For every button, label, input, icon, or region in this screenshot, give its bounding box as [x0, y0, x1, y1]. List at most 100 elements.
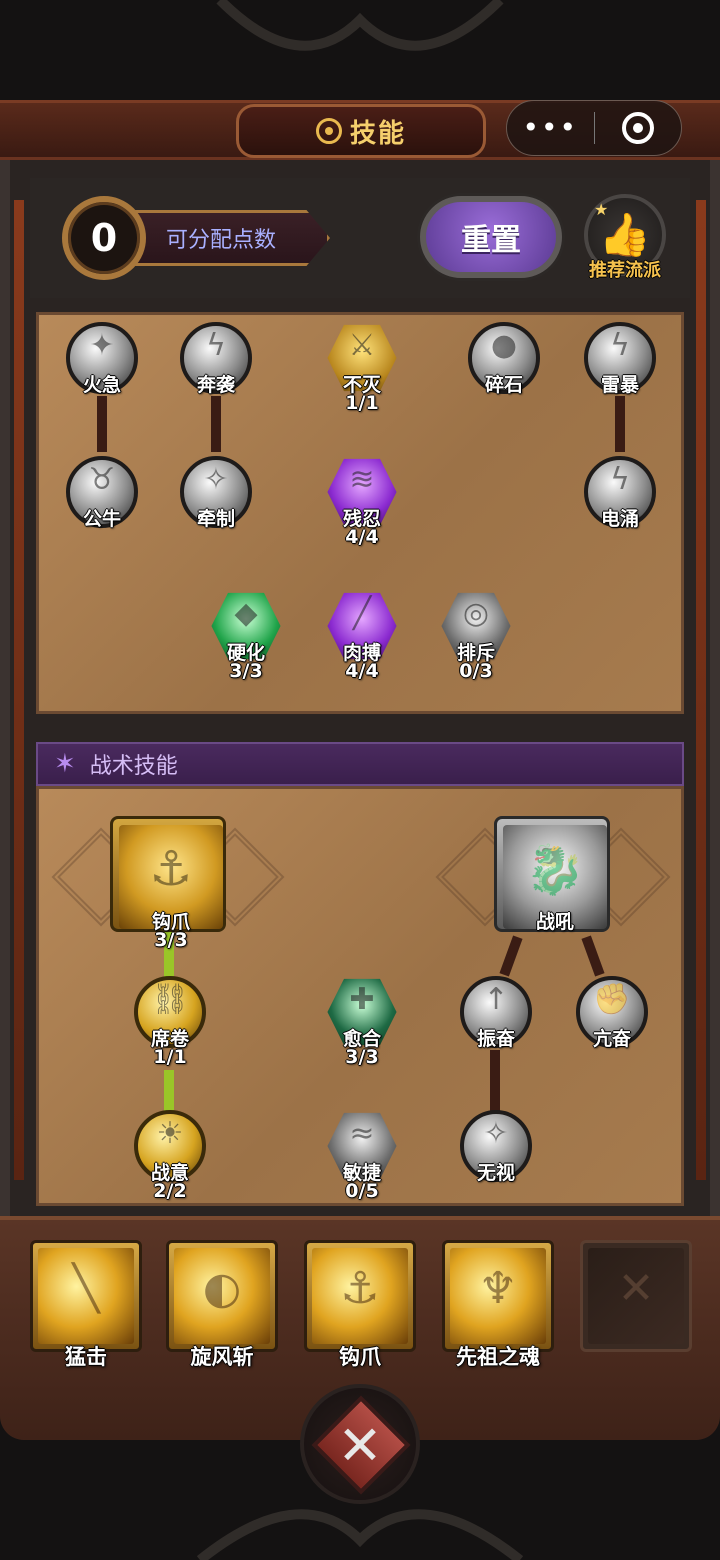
- skill-slot-xianzuzhihun[interactable]: ♆ 先祖之魂: [442, 1240, 554, 1369]
- skill-name: 火急: [82, 374, 121, 396]
- star-icon: ★: [594, 200, 609, 219]
- skill-node-leibao[interactable]: ϟ 雷暴: [580, 318, 660, 398]
- skill-node-benxi[interactable]: ϟ 奔袭: [176, 318, 256, 398]
- skill-glyph: ≈: [349, 1116, 375, 1151]
- skill-level: 1/1: [345, 392, 379, 414]
- skill-glyph: ♉: [88, 462, 116, 497]
- left-rail: [14, 200, 24, 1180]
- skill-level: 3/3: [345, 1046, 379, 1068]
- empty-slot-icon: ✕: [617, 1263, 655, 1314]
- more-button[interactable]: •••: [507, 100, 594, 156]
- skill-level: 0/3: [459, 660, 493, 682]
- skill-glyph: ✚: [349, 982, 375, 1017]
- skill-node-roubo[interactable]: ╱ 肉搏 4/4: [322, 586, 402, 682]
- close-button[interactable]: ✕: [300, 1384, 420, 1504]
- tree-connector: [211, 396, 221, 452]
- skill-node-qianzhi[interactable]: ✧ 牵制: [176, 452, 256, 532]
- skill-name: 奔袭: [196, 374, 235, 396]
- right-rail: [696, 200, 706, 1180]
- target-icon: [621, 112, 654, 144]
- slot-name: 旋风斩: [190, 1345, 254, 1369]
- exit-button[interactable]: [595, 112, 682, 144]
- skill-name: 亢奋: [592, 1028, 631, 1050]
- skill-name: 牵制: [196, 508, 235, 530]
- page-title: 技能: [349, 118, 406, 149]
- slot-name: 猛击: [65, 1345, 107, 1369]
- skill-name: 振奋: [476, 1028, 515, 1050]
- skill-slot-xuanfengzhan[interactable]: ◐ 旋风斩: [166, 1240, 278, 1369]
- tactic-connector: [490, 1050, 500, 1112]
- skill-slot-empty[interactable]: ✕: [580, 1240, 692, 1352]
- skill-node-yuhe[interactable]: ✚ 愈合 3/3: [322, 972, 402, 1068]
- skill-name: 战吼: [535, 911, 574, 933]
- skill-glyph: ≋: [349, 462, 375, 497]
- recommend-label: 推荐流派: [589, 260, 661, 281]
- skill-node-dianyong[interactable]: ϟ 电涌: [580, 452, 660, 532]
- skill-slot-mengji[interactable]: ╲ 猛击: [30, 1240, 142, 1369]
- top-ornament: [216, 0, 504, 51]
- skill-glyph: ✧: [203, 462, 229, 497]
- slot-glyph: ◐: [202, 1263, 242, 1314]
- reset-button[interactable]: 重置: [420, 196, 562, 278]
- tactics-title: 战术技能: [89, 754, 178, 779]
- skill-level: 3/3: [154, 929, 188, 951]
- wheel-icon: [315, 118, 342, 144]
- skill-node-wushi[interactable]: ✧ 无视: [456, 1106, 536, 1186]
- star-icon: ✶: [54, 749, 76, 779]
- skill-glyph: ☀: [156, 1116, 184, 1151]
- skill-glyph: ✦: [89, 328, 115, 363]
- skill-glyph: ϟ: [610, 328, 630, 363]
- skill-name: 电涌: [600, 508, 639, 530]
- skill-glyph: ◎: [462, 596, 490, 631]
- skill-level: 4/4: [345, 660, 379, 682]
- close-icon: ✕: [337, 1414, 383, 1477]
- skill-glyph: ϟ: [206, 328, 226, 363]
- skill-node-paichi[interactable]: ◎ 排斥 0/3: [436, 586, 516, 682]
- tree-connector: [97, 396, 107, 452]
- skill-node-zhanhou[interactable]: 🐉 战吼: [494, 816, 610, 933]
- slot-name: 钩爪: [339, 1345, 381, 1369]
- skill-glyph: ⚔: [348, 328, 376, 363]
- skill-node-suishi[interactable]: ● 碎石: [464, 318, 544, 398]
- skill-glyph: ⚓: [149, 841, 193, 897]
- skill-level: 0/5: [345, 1180, 379, 1202]
- skill-node-zhenfen[interactable]: ↑ 振奋: [456, 972, 536, 1052]
- skill-glyph: ✊: [593, 982, 631, 1017]
- slot-name: 先祖之魂: [456, 1345, 540, 1369]
- skill-node-yinghua[interactable]: ◆ 硬化 3/3: [206, 586, 286, 682]
- skill-level: 2/2: [153, 1180, 187, 1202]
- skill-name: 雷暴: [600, 374, 639, 396]
- skill-level: 4/4: [345, 526, 379, 548]
- skill-glyph: ϟ: [610, 462, 630, 497]
- mini-program-capsule: •••: [506, 100, 682, 156]
- points-label: 可分配点数: [134, 210, 330, 266]
- tree-connector: [615, 396, 625, 452]
- skill-slot-gouzhua[interactable]: ⚓ 钩爪: [304, 1240, 416, 1369]
- skill-name: 公牛: [82, 508, 121, 530]
- skill-glyph: ✧: [483, 1116, 509, 1151]
- skill-glyph: ╱: [352, 596, 372, 631]
- skill-node-xijuan[interactable]: ⛓ 席卷 1/1: [130, 972, 210, 1068]
- skill-name: 碎石: [484, 374, 523, 396]
- slot-glyph: ⚓: [340, 1263, 380, 1314]
- tactics-header: ✶ 战术技能: [36, 742, 684, 786]
- skill-glyph: ⛓: [150, 982, 190, 1017]
- skill-node-minjie[interactable]: ≈ 敏捷 0/5: [322, 1106, 402, 1202]
- skill-node-bumie[interactable]: ⚔ 不灭 1/1: [322, 318, 402, 414]
- skill-glyph: ◆: [234, 596, 258, 631]
- recommend-button[interactable]: 👍 ★ 推荐流派: [580, 192, 670, 288]
- skill-level: 1/1: [153, 1046, 187, 1068]
- title-plate: 技能: [236, 104, 486, 158]
- skill-glyph: ↑: [483, 982, 509, 1017]
- skill-glyph: 🐉: [525, 842, 585, 898]
- skill-level: 3/3: [229, 660, 263, 682]
- skill-node-huoji[interactable]: ✦ 火急: [62, 318, 142, 398]
- slot-glyph: ♆: [478, 1263, 518, 1314]
- points-value: 0: [62, 196, 146, 280]
- skill-glyph: ●: [490, 328, 518, 363]
- skill-node-gouzhua[interactable]: ⚓ 钩爪 3/3: [110, 816, 226, 951]
- skill-node-kangfen[interactable]: ✊ 亢奋: [572, 972, 652, 1052]
- skill-node-gongniu[interactable]: ♉ 公牛: [62, 452, 142, 532]
- skill-node-canren[interactable]: ≋ 残忍 4/4: [322, 452, 402, 548]
- skill-node-zhanyi[interactable]: ☀ 战意 2/2: [130, 1106, 210, 1202]
